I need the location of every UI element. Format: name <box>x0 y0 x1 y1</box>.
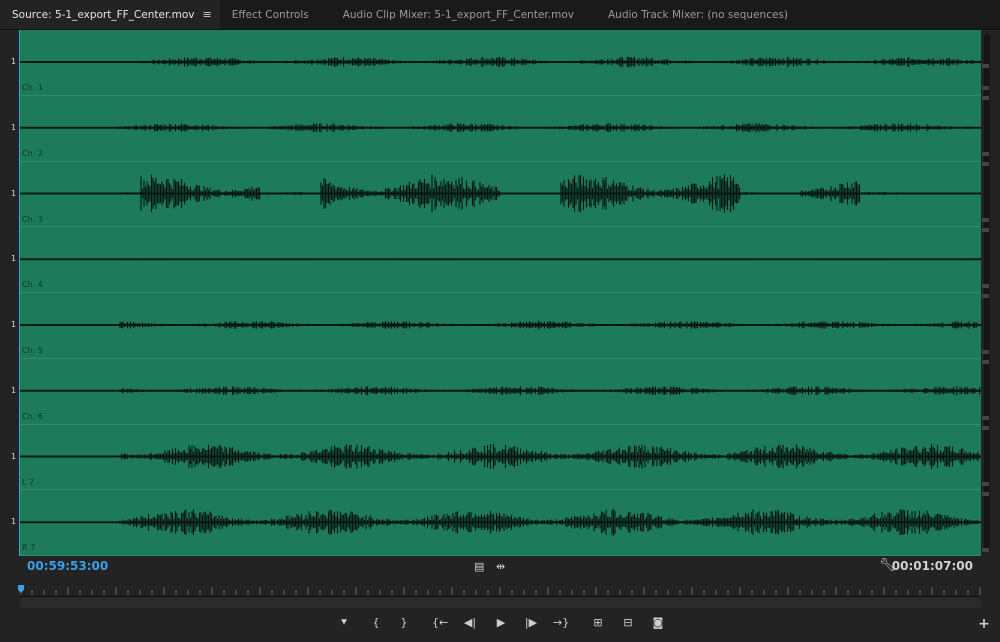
scroll-marker <box>982 426 989 430</box>
time-ruler[interactable] <box>20 584 981 595</box>
channel-scale-label: 1 <box>11 188 17 198</box>
scroll-marker <box>982 228 989 232</box>
channel-scale-label: 1 <box>11 254 17 264</box>
drag-audio-only-icon[interactable]: ⇹ <box>496 561 505 573</box>
camera-icon: ◙ <box>652 616 664 629</box>
playhead-timecode[interactable]: 00:59:53:00 <box>27 559 108 573</box>
marker-icon: ⯆ <box>339 616 349 629</box>
channel-divider <box>20 226 981 228</box>
channel-scale-label: 1 <box>11 57 17 66</box>
channel-divider <box>20 489 981 491</box>
channel-scale-label: 1 <box>11 517 17 527</box>
channel-scale-label: 1 <box>11 385 17 395</box>
tab-audio-track-mixer-label: Audio Track Mixer: (no sequences) <box>607 8 788 21</box>
scroll-marker <box>982 284 989 288</box>
scroll-marker <box>982 350 989 354</box>
button-editor-add-button[interactable]: + <box>976 617 992 631</box>
tab-effect-controls-label: Effect Controls <box>231 8 309 21</box>
step-back-button[interactable]: ◀| <box>462 616 478 630</box>
channel-label: Ch. 2 <box>22 148 43 158</box>
go-to-out-icon: →} <box>553 616 570 629</box>
scroll-marker <box>982 96 989 100</box>
scroll-marker <box>982 162 989 166</box>
insert-icon: ⊞ <box>593 616 603 629</box>
tab-source-label: Source: 5-1_export_FF_Center.mov <box>12 8 195 21</box>
scroll-marker <box>982 218 989 222</box>
go-to-out-button[interactable]: →} <box>553 616 569 630</box>
scroll-marker <box>982 492 989 496</box>
channel-divider <box>20 160 981 162</box>
channel-label: Ch. 5 <box>22 346 43 355</box>
tab-source[interactable]: Source: 5-1_export_FF_Center.mov ≡ <box>0 0 220 29</box>
wrench-icon[interactable]: 🔧︎ <box>879 559 896 572</box>
play-button[interactable]: ▶ <box>493 616 509 630</box>
step-back-icon: ◀| <box>463 616 477 629</box>
channel-scale-label: 1 <box>11 320 17 329</box>
waveform-canvas <box>20 56 981 536</box>
mark-out-icon: } <box>400 616 408 629</box>
mark-in-icon: { <box>372 616 380 629</box>
channel-label: Ch. 4 <box>22 280 43 290</box>
go-to-in-icon: {← <box>432 616 449 629</box>
play-icon: ▶ <box>496 616 506 629</box>
drag-video-only-icon[interactable]: ▤ <box>474 561 484 573</box>
add-marker-button[interactable]: ⯆ <box>336 616 352 630</box>
step-forward-icon: |▶ <box>524 616 538 629</box>
channel-divider <box>20 292 981 293</box>
export-frame-button[interactable]: ◙ <box>650 616 666 630</box>
scroll-marker <box>982 294 989 298</box>
mark-out-button[interactable]: } <box>396 616 412 630</box>
channel-label: R 7 <box>22 543 36 553</box>
scroll-marker <box>982 482 989 486</box>
insert-button[interactable]: ⊞ <box>590 616 606 630</box>
scroll-marker <box>982 360 989 364</box>
channel-scale-gutter <box>0 30 19 556</box>
channel-divider <box>20 423 981 425</box>
zoom-scroll-bar[interactable] <box>20 596 981 608</box>
tab-audio-clip-mixer[interactable]: Audio Clip Mixer: 5-1_export_FF_Center.m… <box>321 0 586 29</box>
step-forward-button[interactable]: |▶ <box>523 616 539 630</box>
tab-effect-controls[interactable]: Effect Controls <box>220 0 321 29</box>
channel-label: Ch. 1 <box>22 83 43 92</box>
hamburger-menu-icon[interactable]: ≡ <box>203 8 212 21</box>
overwrite-button[interactable]: ⊟ <box>620 616 636 630</box>
channel-label: L 7 <box>22 477 35 487</box>
panel-tab-bar: Source: 5-1_export_FF_Center.mov ≡ Effec… <box>0 0 1000 30</box>
channel-divider <box>20 94 981 96</box>
channel-divider <box>20 357 981 359</box>
tab-audio-track-mixer[interactable]: Audio Track Mixer: (no sequences) <box>586 0 800 29</box>
duration-timecode: 00:01:07:00 <box>891 559 973 573</box>
channel-scale-label: 1 <box>11 122 17 132</box>
scroll-marker <box>982 64 989 68</box>
go-to-in-button[interactable]: {← <box>432 616 448 630</box>
overwrite-icon: ⊟ <box>623 616 633 629</box>
scroll-marker <box>982 548 989 552</box>
scroll-track[interactable] <box>984 34 990 552</box>
mark-in-button[interactable]: { <box>368 616 384 630</box>
channel-label: Ch. 6 <box>22 411 43 421</box>
channel-label: Ch. 3 <box>22 214 43 224</box>
channel-scale-label: 1 <box>11 451 17 461</box>
scroll-marker <box>982 152 989 156</box>
scroll-marker <box>982 416 989 420</box>
scroll-marker <box>982 86 989 90</box>
tab-audio-clip-mixer-label: Audio Clip Mixer: 5-1_export_FF_Center.m… <box>342 8 574 21</box>
